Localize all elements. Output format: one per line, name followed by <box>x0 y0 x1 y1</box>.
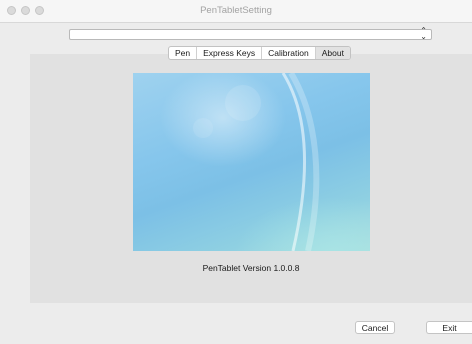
tab-express-keys[interactable]: Express Keys <box>197 47 263 59</box>
about-splash-image <box>133 73 370 251</box>
title-bar: PenTabletSetting <box>0 0 472 23</box>
tab-bar: Pen Express Keys Calibration About <box>168 46 351 60</box>
chevron-up-down-icon: ⌃ ⌄ <box>420 26 427 41</box>
cancel-button[interactable]: Cancel <box>355 321 395 334</box>
splash-light-streak <box>193 73 320 251</box>
exit-button[interactable]: Exit <box>426 321 472 334</box>
tab-pen[interactable]: Pen <box>169 47 198 59</box>
version-label: PenTablet Version 1.0.0.8 <box>202 263 300 273</box>
device-select[interactable]: ⌃ ⌄ <box>69 26 432 41</box>
tab-calibration[interactable]: Calibration <box>262 47 316 59</box>
window-title: PenTabletSetting <box>200 5 272 16</box>
tab-about[interactable]: About <box>315 47 350 59</box>
